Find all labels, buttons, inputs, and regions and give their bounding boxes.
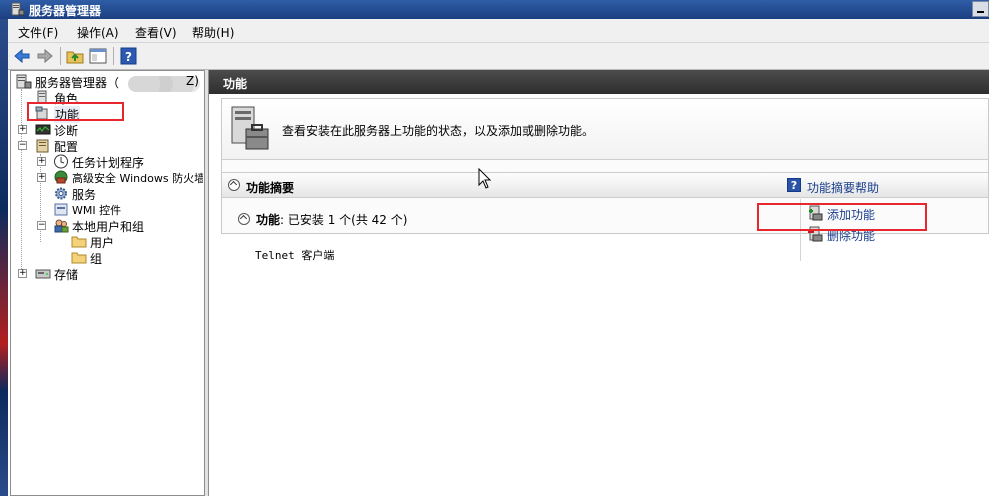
tree-item-firewall[interactable]: 高级安全 Windows 防火墙 [53, 170, 203, 186]
features-installed-count: : 已安装 1 个(共 42 个) [280, 213, 408, 227]
tree-item-diagnostics[interactable]: 诊断 [35, 122, 195, 138]
features-server-icon [231, 106, 269, 150]
tree-item-wmi-control[interactable]: WMI 控件 [53, 202, 203, 218]
tree-item-server-manager[interactable]: 服务器管理器（ Z) [16, 74, 204, 92]
collapse-features-button[interactable] [238, 213, 250, 225]
menu-help[interactable]: 帮助(H) [192, 24, 234, 41]
tree-item-label: 任务计划程序 [72, 156, 145, 170]
features-icon [35, 106, 48, 120]
window-title: 服务器管理器 [29, 4, 102, 18]
wmi-icon [54, 203, 68, 216]
tree-item-configuration[interactable]: 配置 [35, 138, 195, 154]
menu-action[interactable]: 操作(A) [77, 24, 119, 41]
folder-icon [71, 236, 87, 248]
mouse-cursor-icon [478, 168, 492, 189]
menu-bar: 文件(F) 操作(A) 查看(V) 帮助(H) [8, 19, 989, 43]
configuration-icon [36, 139, 49, 153]
show-hide-console-tree-icon[interactable] [88, 46, 108, 66]
roles-icon [37, 90, 47, 104]
tree-item-label: 高级安全 Windows 防火墙 [72, 172, 203, 185]
forward-arrow-icon[interactable] [35, 46, 55, 66]
toolbar: ? [8, 43, 989, 70]
firewall-icon [54, 170, 68, 184]
collapse-toggle[interactable]: − [37, 221, 46, 230]
storage-icon [35, 269, 51, 279]
folder-icon [71, 252, 87, 264]
tree-item-label: 配置 [54, 140, 79, 154]
add-feature-icon [809, 205, 823, 221]
server-manager-icon [16, 74, 32, 89]
features-summary-title: 功能摘要 [246, 181, 295, 195]
up-folder-icon[interactable] [65, 46, 85, 66]
back-arrow-icon[interactable] [12, 46, 32, 66]
features-panel: 查看安装在此服务器上功能的状态，以及添加或删除功能。 功能摘要 ? 功能摘要帮助… [221, 98, 989, 262]
features-label: 功能 [256, 213, 281, 227]
tree-connector [21, 89, 22, 273]
tree-item-roles[interactable]: 角色 [35, 90, 195, 106]
help-icon[interactable]: ? [119, 46, 139, 66]
remove-feature-icon [808, 226, 823, 242]
tree-item-label: WMI 控件 [72, 204, 122, 217]
console-tree: 服务器管理器（ Z) 角色 功能 + 诊断 − 配置 + 任务计划程序 + 高级… [10, 70, 205, 496]
minimize-button[interactable] [972, 1, 989, 17]
menu-view[interactable]: 查看(V) [135, 24, 177, 41]
tree-item-local-users-groups[interactable]: 本地用户和组 [53, 218, 203, 234]
intro-description: 查看安装在此服务器上功能的状态，以及添加或删除功能。 [282, 124, 595, 138]
tree-item-label: 服务器管理器（ [35, 76, 120, 90]
clock-icon [54, 154, 68, 169]
collapse-section-button[interactable] [228, 179, 240, 191]
intro-banner: 查看安装在此服务器上功能的状态，以及添加或删除功能。 [222, 99, 988, 160]
diagnostics-icon [35, 124, 51, 135]
details-header: 功能 [209, 70, 989, 94]
help-icon: ? [787, 178, 801, 192]
tree-item-label: 用户 [90, 236, 115, 250]
users-icon [54, 219, 69, 233]
tree-item-label: 角色 [54, 92, 79, 106]
gear-icon [55, 187, 67, 200]
tree-item-task-scheduler[interactable]: 任务计划程序 [53, 154, 203, 170]
tree-item-label-suffix: Z) [186, 74, 199, 88]
tree-item-label: 诊断 [54, 124, 79, 138]
tree-item-services[interactable]: 服务 [53, 186, 203, 202]
server-manager-icon [11, 2, 24, 16]
features-summary-help-link[interactable]: 功能摘要帮助 [807, 179, 879, 196]
tree-item-label: 功能 [54, 106, 81, 123]
tree-item-label: 存储 [54, 268, 79, 282]
page-title: 功能 [223, 77, 248, 91]
collapse-toggle[interactable]: − [18, 141, 27, 150]
expand-toggle[interactable]: + [18, 269, 27, 278]
expand-toggle[interactable]: + [18, 125, 27, 134]
features-summary-header: 功能摘要 ? 功能摘要帮助 [222, 172, 988, 198]
expand-toggle[interactable]: + [37, 157, 46, 166]
tree-item-features[interactable]: 功能 [35, 106, 195, 123]
tree-item-users[interactable]: 用户 [71, 234, 201, 250]
expand-toggle[interactable]: + [37, 173, 46, 182]
toolbar-separator [60, 47, 61, 65]
add-features-link[interactable]: 添加功能 [827, 206, 875, 223]
tree-item-label: 组 [90, 252, 103, 266]
svg-text:?: ? [125, 50, 132, 64]
actions-panel: 添加功能 删除功能 [800, 199, 989, 261]
tree-item-groups[interactable]: 组 [71, 250, 201, 266]
features-status-line: 功能: 已安装 1 个(共 42 个) [256, 211, 407, 228]
title-bar: 服务器管理器 [0, 0, 989, 19]
remove-features-link[interactable]: 删除功能 [827, 227, 875, 244]
toolbar-separator [113, 47, 114, 65]
desktop-background-strip [0, 19, 8, 496]
installed-feature-item: Telnet 客户端 [255, 249, 335, 262]
details-pane: 功能 查看安装在此服务器上功能的状态，以及添加或删除功能。 功能摘要 ? 功能摘… [208, 70, 989, 496]
tree-item-label: 本地用户和组 [72, 220, 145, 234]
tree-item-label: 服务 [72, 188, 97, 202]
tree-item-storage[interactable]: 存储 [35, 266, 195, 282]
menu-file[interactable]: 文件(F) [18, 24, 58, 41]
